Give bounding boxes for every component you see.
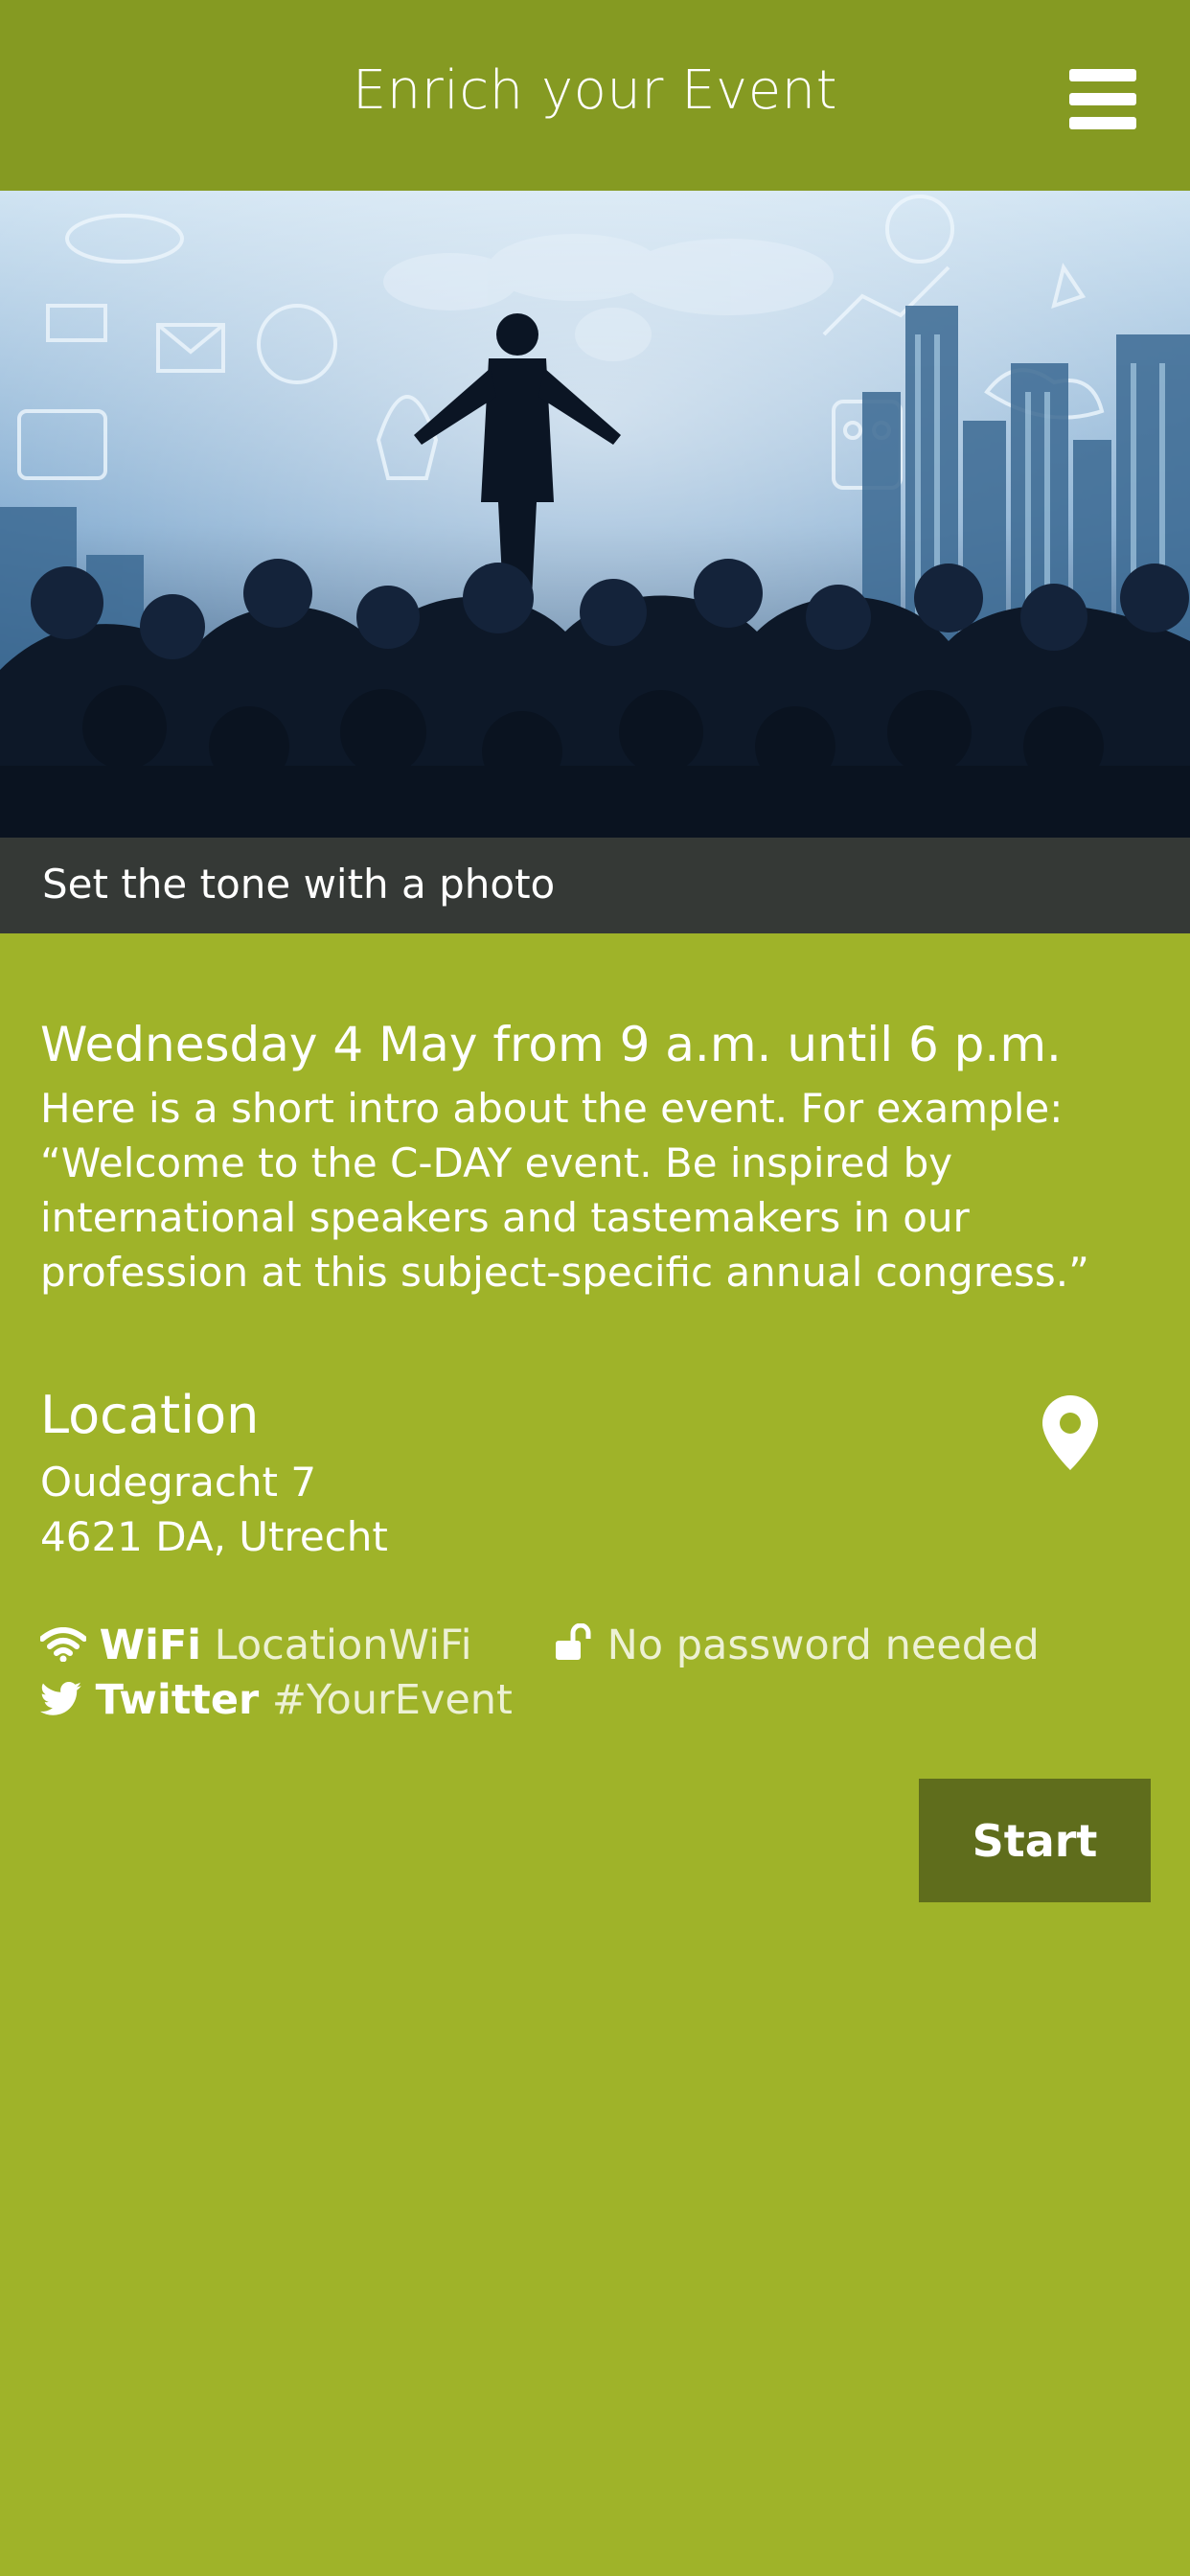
- start-button[interactable]: Start: [919, 1779, 1151, 1902]
- event-details: Wednesday 4 May from 9 a.m. until 6 p.m.…: [40, 1012, 1152, 1300]
- wifi-label: WiFi: [99, 1622, 201, 1669]
- conference-audience-image: [0, 191, 1190, 933]
- address-line-1: Oudegracht 7: [40, 1459, 317, 1506]
- app-header: Enrich your Event: [0, 0, 1190, 191]
- hamburger-menu-icon[interactable]: [1062, 69, 1144, 130]
- wifi-row: WiFi LocationWiFi No password needed: [39, 1618, 1040, 1676]
- event-intro: Here is a short intro about the event. F…: [40, 1085, 1089, 1296]
- change-photo-link[interactable]: Set the tone with a photo: [42, 861, 555, 908]
- unlocked-padlock-icon: [554, 1621, 594, 1676]
- address-line-2: 4621 DA, Utrecht: [40, 1513, 388, 1560]
- twitter-row: Twitter #YourEvent: [39, 1672, 513, 1731]
- hero-caption-bar: Set the tone with a photo: [0, 838, 1190, 933]
- wifi-password-note: No password needed: [606, 1622, 1040, 1669]
- hero-photo[interactable]: Set the tone with a photo: [0, 191, 1190, 933]
- twitter-bird-icon: [39, 1675, 82, 1731]
- location-heading: Location: [40, 1385, 260, 1445]
- wifi-network-name: LocationWiFi: [214, 1622, 472, 1669]
- twitter-hashtag: #YourEvent: [271, 1676, 513, 1724]
- page-title: Enrich your Event: [352, 59, 838, 122]
- twitter-label: Twitter: [95, 1676, 260, 1724]
- map-pin-icon[interactable]: [1042, 1395, 1098, 1470]
- event-date: Wednesday 4 May from 9 a.m. until 6 p.m.: [40, 1017, 1062, 1072]
- wifi-icon: [39, 1621, 87, 1676]
